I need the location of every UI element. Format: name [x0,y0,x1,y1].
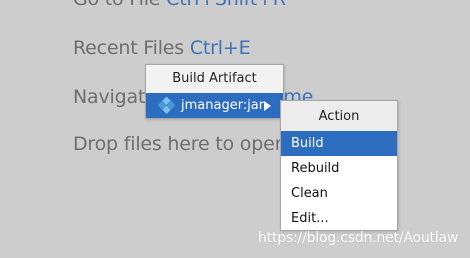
action-submenu: Action Build Rebuild Clean Edit... [280,100,398,231]
hint-text: Recent Files [73,37,190,59]
hint-text: Go to File [73,0,166,10]
action-edit[interactable]: Edit... [281,206,397,231]
hint-go-to-file: Go to File Ctrl+Shift+R [73,0,286,10]
action-rebuild[interactable]: Rebuild [281,156,397,181]
action-build[interactable]: Build [281,131,397,156]
editor-empty-area: Go to File Ctrl+Shift+R Recent Files Ctr… [0,0,470,258]
hint-recent-files: Recent Files Ctrl+E [73,37,251,59]
artifact-icon [158,97,175,114]
hint-shortcut: Ctrl+E [189,37,251,59]
popup-title: Build Artifact [172,71,257,86]
build-artifact-popup: Build Artifact jmanager:jar [145,64,284,119]
chevron-right-icon [264,101,271,111]
submenu-title: Action [281,101,397,131]
hint-drop-files: Drop files here to open [73,133,287,155]
watermark: https://blog.csdn.net/Aoutlaw [258,230,459,246]
hint-shortcut: Ctrl+Shift+R [166,0,286,10]
action-clean[interactable]: Clean [281,181,397,206]
hint-text: Drop files here to open [73,133,287,155]
artifact-item-jmanager-jar[interactable]: jmanager:jar [146,93,283,118]
artifact-item-label: jmanager:jar [181,98,265,113]
